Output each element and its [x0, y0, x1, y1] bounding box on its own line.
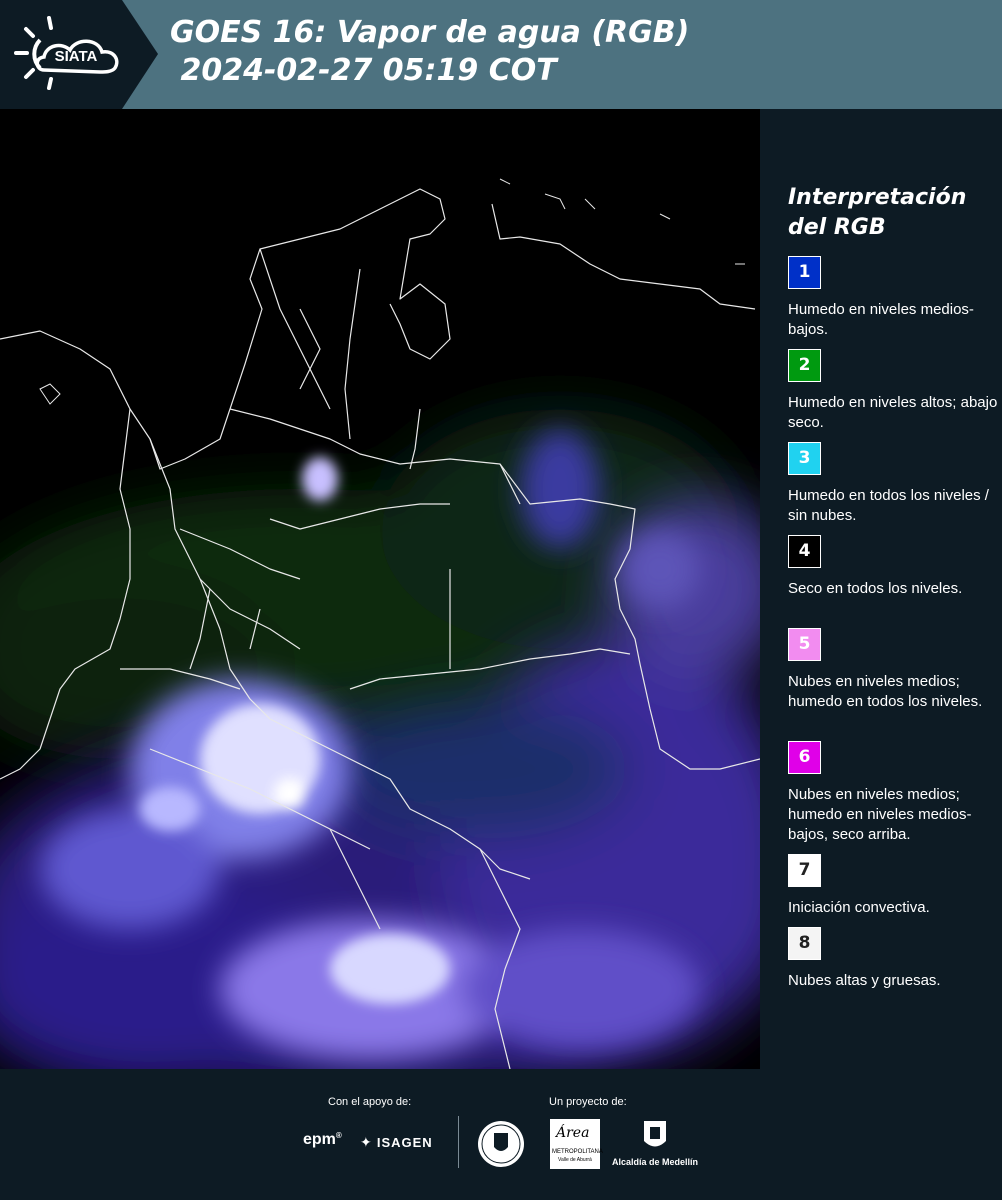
legend-swatch: 6 — [788, 741, 821, 774]
legend-swatch: 7 — [788, 854, 821, 887]
area-metropolitana-logo: Área METROPOLITANA Valle de Aburrá — [550, 1119, 603, 1169]
siata-logo: SIATA — [0, 0, 160, 109]
legend-swatch: 3 — [788, 442, 821, 475]
legend-item-4: 4 Seco en todos los niveles. — [788, 535, 998, 599]
area-script-text: Área — [556, 1125, 590, 1141]
legend-swatch: 1 — [788, 256, 821, 289]
legend-item-1: 1 Humedo en niveles medios-bajos. — [788, 256, 998, 340]
support-label: Con el apoyo de: — [328, 1096, 412, 1108]
seal-logo-icon — [476, 1119, 526, 1173]
legend-text: Nubes altas y gruesas. — [788, 972, 941, 989]
satellite-image-icon — [0, 109, 760, 1069]
satellite-map — [0, 109, 760, 1069]
legend-text: Humedo en niveles altos; abajo seco. — [788, 394, 998, 431]
legend-text: Iniciación convectiva. — [788, 899, 930, 916]
legend-text: Humedo en todos los niveles / sin nubes. — [788, 487, 989, 524]
legend-text: Humedo en niveles medios-bajos. — [788, 301, 974, 338]
legend-swatch: 8 — [788, 927, 821, 960]
header-bar: SIATA GOES 16: Vapor de agua (RGB) 2024-… — [0, 0, 1002, 109]
title-line-2: 2024-02-27 05:19 COT — [170, 53, 557, 88]
legend-item-7: 7 Iniciación convectiva. — [788, 854, 998, 918]
legend-item-6: 6 Nubes en niveles medios; humedo en niv… — [788, 741, 998, 845]
legend-swatch: 5 — [788, 628, 821, 661]
legend-text: Nubes en niveles medios; humedo en todos… — [788, 673, 983, 710]
alcaldia-shield-icon — [644, 1121, 666, 1147]
alcaldia-logo: Alcaldía de Medellín — [610, 1119, 710, 1171]
legend-panel: Interpretación del RGB 1 Humedo en nivel… — [760, 109, 1002, 1069]
metropolitana-text: METROPOLITANA — [552, 1149, 603, 1155]
legend-swatch: 2 — [788, 349, 821, 382]
isagen-logo-text: ISAGEN — [376, 1135, 433, 1150]
footer-divider — [458, 1116, 459, 1168]
page-title: GOES 16: Vapor de agua (RGB) 2024-02-27 … — [170, 14, 689, 90]
legend-swatch: 4 — [788, 535, 821, 568]
alcaldia-text: Alcaldía de Medellín — [612, 1157, 699, 1167]
legend-title: Interpretación del RGB — [788, 185, 967, 240]
project-label: Un proyecto de: — [549, 1096, 627, 1108]
isagen-icon: ✦ — [360, 1135, 372, 1151]
isagen-logo: ✦ ISAGEN — [360, 1132, 433, 1151]
legend-item-5: 5 Nubes en niveles medios; humedo en tod… — [788, 628, 998, 712]
epm-logo: epm® — [303, 1131, 342, 1148]
footer-bar: Con el apoyo de: Un proyecto de: epm® ✦ … — [0, 1069, 1002, 1200]
legend-text: Seco en todos los niveles. — [788, 580, 963, 597]
legend-item-3: 3 Humedo en todos los niveles / sin nube… — [788, 442, 998, 526]
legend-text: Nubes en niveles medios; humedo en nivel… — [788, 786, 972, 843]
svg-text:SIATA: SIATA — [55, 48, 98, 65]
epm-logo-text: epm — [303, 1131, 336, 1148]
title-line-1: GOES 16: Vapor de agua (RGB) — [170, 15, 690, 50]
legend-item-2: 2 Humedo en niveles altos; abajo seco. — [788, 349, 998, 433]
legend-item-8: 8 Nubes altas y gruesas. — [788, 927, 998, 991]
metropolitana-sub-text: Valle de Aburrá — [558, 1157, 592, 1163]
